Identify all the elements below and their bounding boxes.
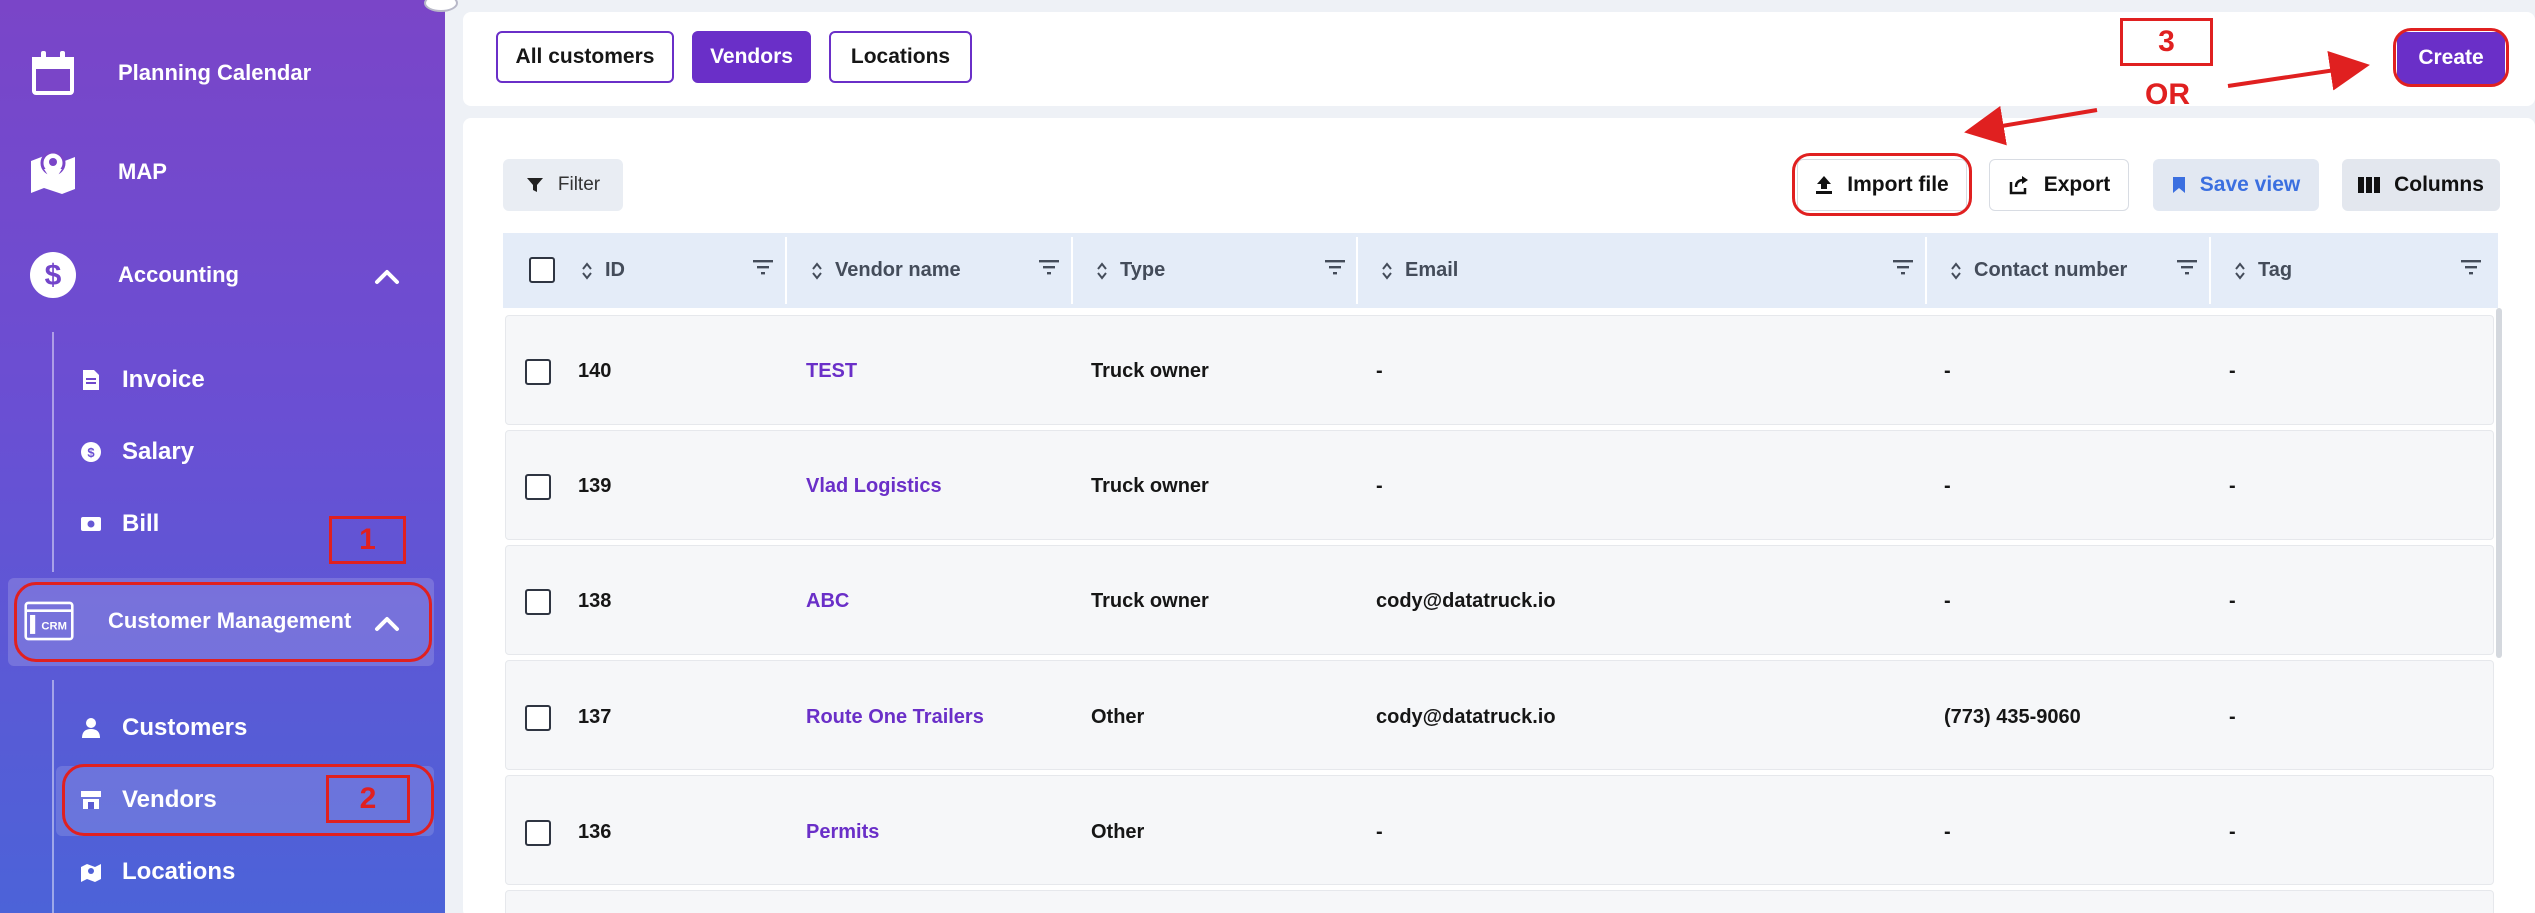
- arrow-to-create: [2227, 50, 2370, 91]
- annotation-arrows: [1964, 50, 2370, 146]
- arrow-to-import: [1964, 105, 2098, 146]
